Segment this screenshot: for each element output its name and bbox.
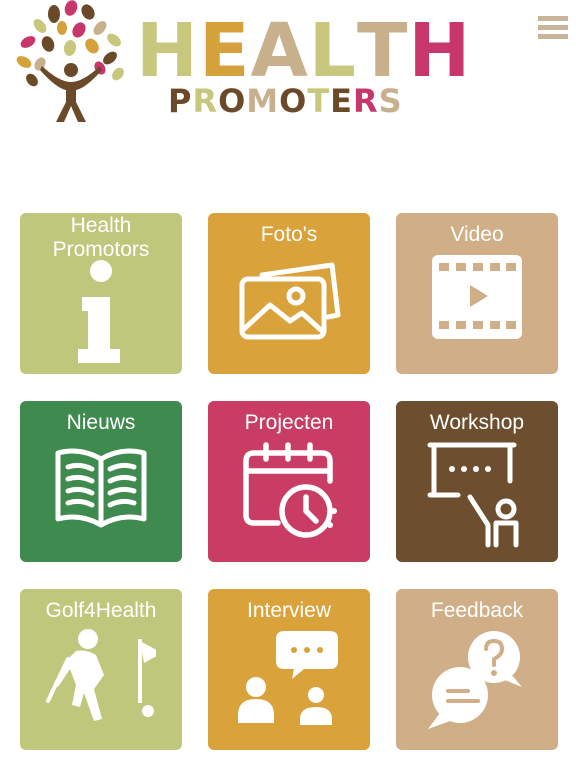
tile-golf4health[interactable]: Golf4Health [20,589,182,750]
tile-label: Video [450,223,504,246]
video-icon [432,255,522,339]
tile-fotos[interactable]: Foto's [208,213,370,374]
tile-interview[interactable]: Interview [208,589,370,750]
tile-video[interactable]: Video [396,213,558,374]
tile-feedback[interactable]: Feedback [396,589,558,750]
feedback-icon [428,631,522,729]
tile-label: Projecten [244,411,334,434]
tile-label: Interview [246,599,332,622]
tree-logo-icon [16,0,124,122]
tile-label: Feedback [430,599,524,622]
tile-label: Nieuws [66,411,136,434]
health-promoters-logo: HEALTH PROMOTERS [14,0,470,124]
tile-label: Golf4Health [45,599,157,622]
presentation-icon [427,442,519,548]
golf-icon [46,629,156,721]
tile-label: Foto's [260,223,318,246]
photos-icon [239,262,341,340]
tile-nieuws[interactable]: Nieuws [20,401,182,562]
tile-label: Health Promotors [52,214,150,261]
tile-health-promotors[interactable]: Health Promotors [20,213,182,374]
logo-word-health: HEALTH [136,8,472,94]
calendar-clock-icon [243,442,337,538]
tile-workshop[interactable]: Workshop [396,401,558,562]
book-icon [55,448,147,528]
menu-button[interactable] [538,16,570,42]
interview-icon [238,631,338,725]
tile-projecten[interactable]: Projecten [208,401,370,562]
tile-label: Workshop [429,411,525,434]
info-icon [78,260,120,363]
logo-word-promoters: PROMOTERS [168,82,403,120]
app-page: HEALTH PROMOTERS Health Promotors Foto's [0,0,576,768]
